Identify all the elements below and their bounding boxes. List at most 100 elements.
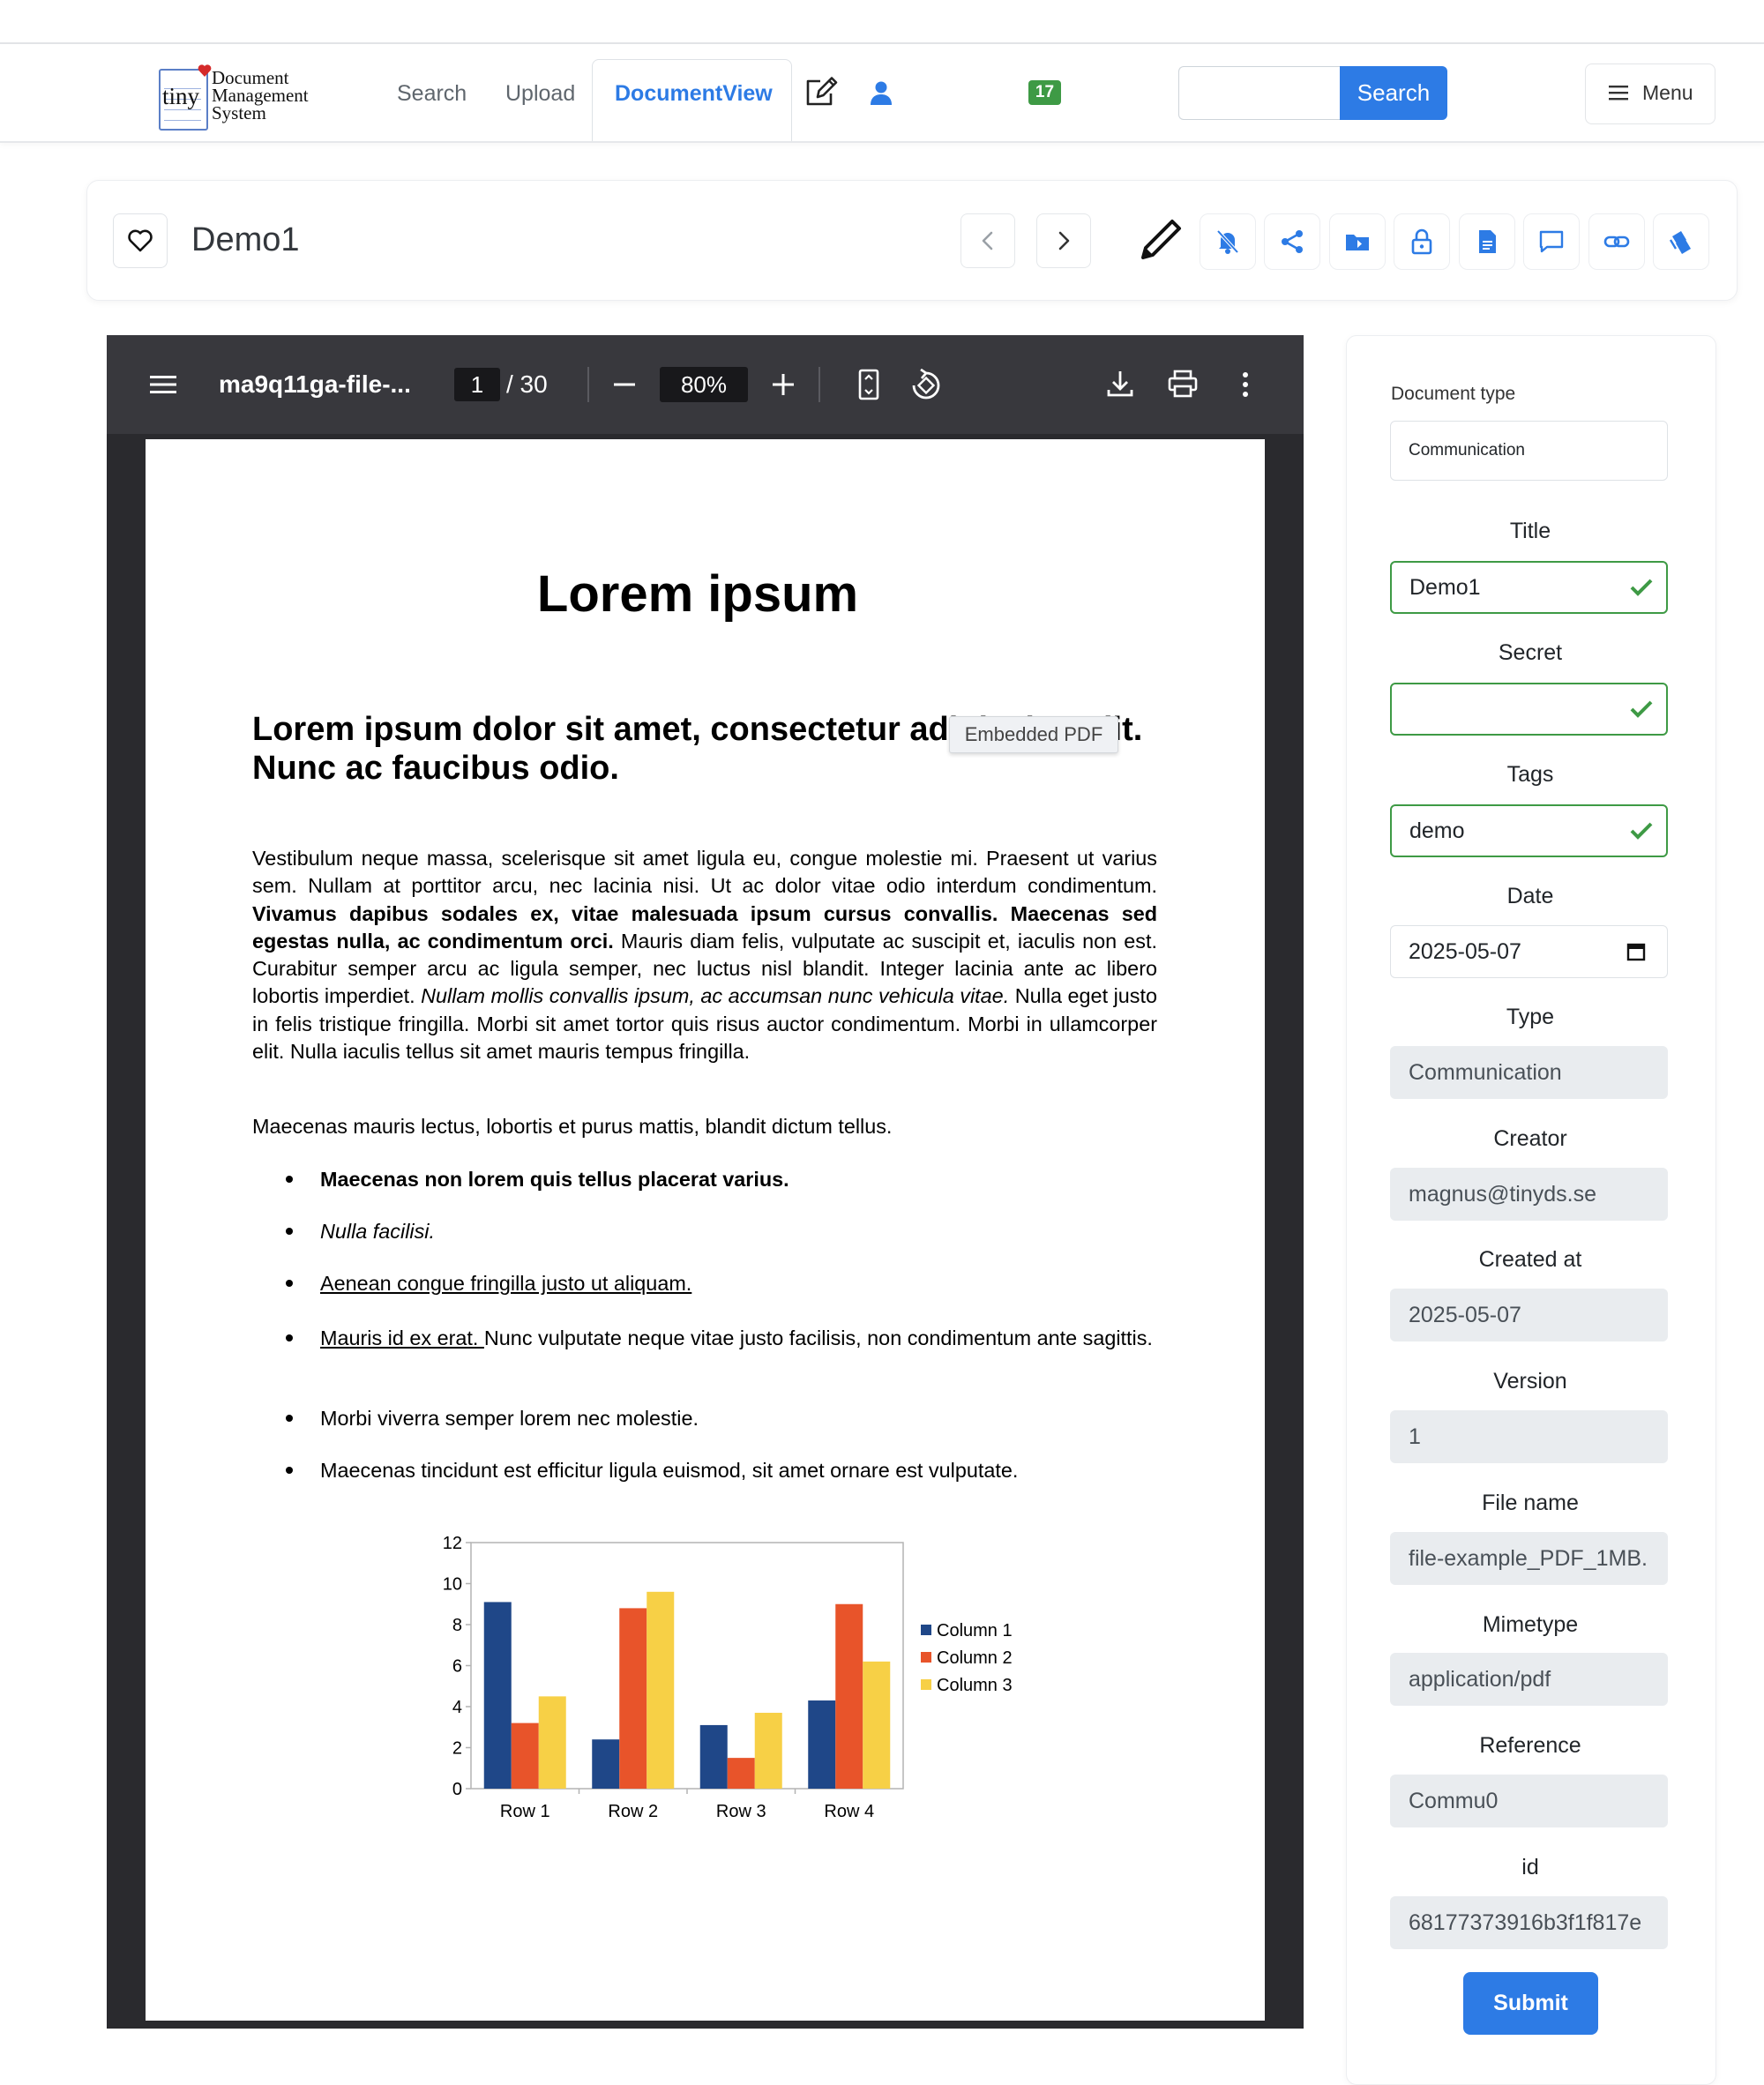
link-button[interactable] xyxy=(1588,213,1645,270)
chart-bar xyxy=(592,1739,620,1789)
logo-line2: Management xyxy=(212,85,309,106)
tags-field[interactable]: demo xyxy=(1390,804,1668,857)
user-icon[interactable] xyxy=(868,79,894,106)
x-tick-label: Row 4 xyxy=(824,1802,874,1821)
date-field[interactable]: 2025-05-07 xyxy=(1390,925,1668,978)
creator-label: Creator xyxy=(1493,1126,1567,1151)
logo-text: Document Management System xyxy=(212,67,309,123)
secret-field[interactable] xyxy=(1390,683,1668,736)
list-item: Mauris id ex erat. Nunc vulputate neque … xyxy=(320,1323,1158,1353)
logo-line1: Document xyxy=(212,67,289,88)
print-icon[interactable] xyxy=(1167,369,1199,399)
folder-move-icon xyxy=(1346,235,1369,250)
chevron-right-icon xyxy=(1058,231,1070,250)
edit-note-icon[interactable] xyxy=(804,74,840,109)
hamburger-icon xyxy=(1609,86,1628,101)
embedded-pdf-tooltip: Embedded PDF xyxy=(949,716,1118,753)
bar-chart: 0 2 4 6 8 10 12 Row 1 Row 2 Row 3 Row 4 Column 1 Col… xyxy=(443,1534,1013,1821)
paragraph-text: Vestibulum neque massa, scelerisque sit … xyxy=(252,847,1157,898)
doc-type-value: Communication xyxy=(1409,441,1525,460)
legend-swatch xyxy=(921,1625,931,1635)
submit-button[interactable]: Submit xyxy=(1463,1972,1598,2035)
file-name-value: file-example_PDF_1MB. xyxy=(1409,1546,1648,1571)
heart-logo-icon xyxy=(198,64,212,77)
nav-document-view[interactable]: DocumentView xyxy=(615,81,773,107)
reference-label: Reference xyxy=(1479,1733,1581,1758)
rotate-icon[interactable] xyxy=(908,369,944,402)
next-button[interactable] xyxy=(1036,213,1091,268)
more-options-icon[interactable] xyxy=(1238,370,1252,399)
version-value: 1 xyxy=(1409,1424,1421,1449)
page-paragraph-2: Maecenas mauris lectus, lobortis et puru… xyxy=(252,1115,893,1138)
list-item: Maecenas tincidunt est efficitur ligula … xyxy=(320,1459,1019,1482)
chart-bar xyxy=(863,1661,891,1789)
logo-tiny-text: tiny xyxy=(162,83,200,109)
logo-line3: System xyxy=(212,102,266,123)
zoom-out-icon[interactable] xyxy=(612,373,637,396)
type-label: Type xyxy=(1506,1005,1555,1029)
x-tick-label: Row 3 xyxy=(716,1802,766,1821)
nav-search[interactable]: Search xyxy=(397,81,467,107)
calendar-icon[interactable] xyxy=(1626,942,1646,961)
download-icon[interactable] xyxy=(1106,369,1134,399)
share-icon xyxy=(1282,230,1303,253)
notification-badge[interactable]: 17 xyxy=(1028,80,1061,105)
version-field: 1 xyxy=(1390,1410,1668,1463)
mimetype-label: Mimetype xyxy=(1482,1612,1579,1637)
date-label: Date xyxy=(1506,884,1554,908)
search-input[interactable] xyxy=(1178,66,1340,120)
page-number-input[interactable]: 1 xyxy=(454,368,500,401)
file-text-icon xyxy=(1479,230,1496,253)
title-field[interactable]: Demo1 xyxy=(1390,561,1668,614)
list-item-link[interactable]: Mauris id ex erat. xyxy=(320,1326,484,1349)
pencil-icon[interactable] xyxy=(1136,215,1185,265)
legend-label: Column 3 xyxy=(937,1676,1013,1695)
favorite-button[interactable] xyxy=(113,213,168,268)
document-button[interactable] xyxy=(1459,213,1515,270)
tags-value: demo xyxy=(1409,818,1465,843)
id-value: 68177373916b3f1f817e xyxy=(1409,1910,1642,1935)
list-item-link[interactable]: Aenean congue fringilla justo ut aliquam… xyxy=(320,1268,1158,1298)
y-tick-label: 8 xyxy=(452,1616,462,1635)
move-folder-button[interactable] xyxy=(1329,213,1386,270)
check-icon xyxy=(1630,700,1653,718)
page-paragraph: Vestibulum neque massa, scelerisque sit … xyxy=(252,845,1157,1065)
title-value: Demo1 xyxy=(1409,575,1481,600)
lock-button[interactable] xyxy=(1394,213,1450,270)
type-value: Communication xyxy=(1409,1060,1562,1085)
logo-line xyxy=(164,120,201,121)
collection-button[interactable] xyxy=(1653,213,1709,270)
chart-bar xyxy=(511,1723,539,1789)
page-total: / 30 xyxy=(506,370,548,398)
menu-label: Menu xyxy=(1642,81,1693,104)
sidebar-toggle-icon[interactable] xyxy=(150,374,176,395)
chevron-left-icon xyxy=(982,231,993,250)
y-tick-label: 6 xyxy=(452,1657,462,1677)
list-item: Morbi viverra semper lorem nec molestie. xyxy=(320,1407,699,1430)
fit-page-icon[interactable] xyxy=(856,369,882,400)
file-name-field: file-example_PDF_1MB. xyxy=(1390,1532,1668,1585)
page-heading: Lorem ipsum xyxy=(536,565,859,623)
layers-icon xyxy=(1669,231,1691,254)
zoom-in-icon[interactable] xyxy=(771,373,796,396)
share-button[interactable] xyxy=(1264,213,1320,270)
created-at-field: 2025-05-07 xyxy=(1390,1289,1668,1341)
chart-bar xyxy=(808,1700,836,1789)
toolbar-separator xyxy=(587,367,589,402)
list-item-text: Nunc vulputate neque vitae justo facilis… xyxy=(483,1326,1153,1349)
created-at-value: 2025-05-07 xyxy=(1409,1303,1521,1327)
y-tick-label: 0 xyxy=(452,1780,462,1799)
doc-type-select[interactable]: Communication xyxy=(1390,421,1668,481)
date-value: 2025-05-07 xyxy=(1409,939,1521,964)
zoom-level[interactable]: 80% xyxy=(660,367,748,402)
bullet-dot xyxy=(286,1415,293,1422)
mute-notifications-button[interactable] xyxy=(1200,213,1256,270)
previous-button[interactable] xyxy=(960,213,1015,268)
id-field: 68177373916b3f1f817e xyxy=(1390,1896,1668,1949)
search-button[interactable]: Search xyxy=(1340,66,1447,120)
list-item: Maecenas non lorem quis tellus placerat … xyxy=(320,1168,789,1191)
chart-bar xyxy=(727,1758,755,1789)
nav-upload[interactable]: Upload xyxy=(505,81,575,107)
creator-value: magnus@tinyds.se xyxy=(1409,1182,1596,1207)
comment-button[interactable] xyxy=(1523,213,1580,270)
